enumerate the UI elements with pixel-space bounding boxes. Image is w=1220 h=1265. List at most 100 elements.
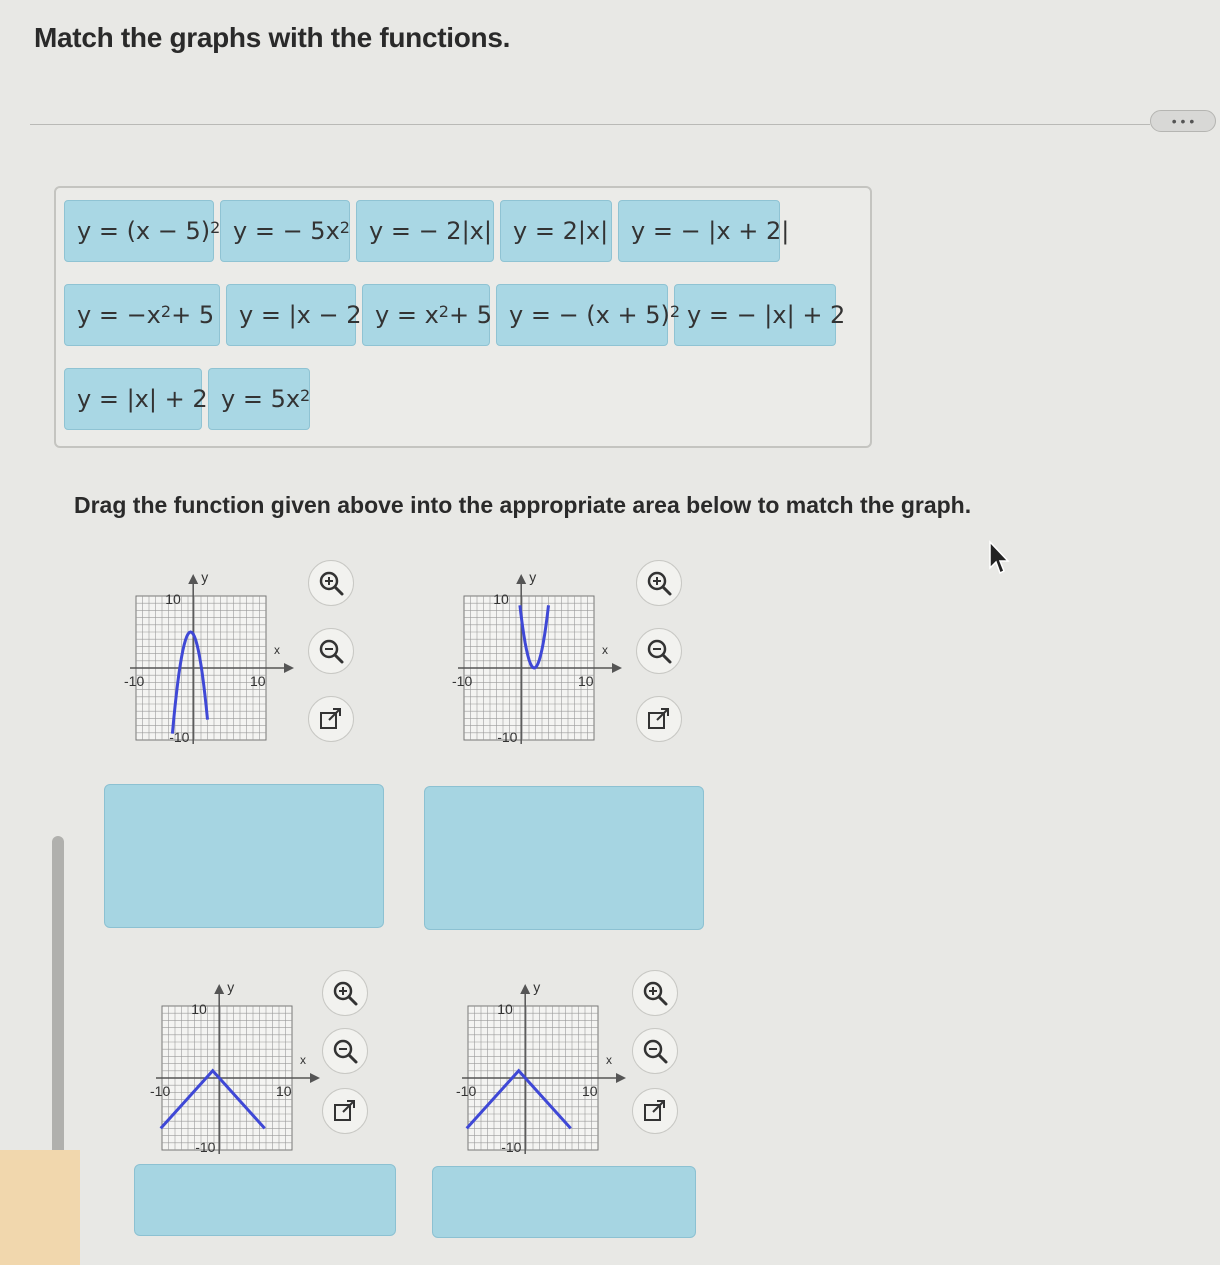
background-tab [0,1150,80,1265]
drop-zone-4[interactable] [432,1166,696,1238]
y-max-label: 10 [497,1001,513,1017]
x-max-label: 10 [582,1083,598,1099]
graph-svg: yx10-1010-10 [124,569,294,745]
function-exponent: 2 [339,217,350,237]
x-axis-label: x [300,1053,306,1067]
external-link-icon [648,708,669,729]
zoom-in-button[interactable] [308,560,354,606]
graph-2: y x 10 -10 10 -10 [448,560,628,750]
graph-svg: y x 10 -10 10 -10 [150,979,320,1155]
external-link-icon [334,1100,355,1121]
function-exponent: 2 [160,301,172,321]
function-text: y = − 2|x| [369,217,492,245]
zoom-in-icon [333,981,358,1006]
function-tile[interactable]: y = −x 2 + 5 [64,284,220,346]
function-exponent: 2 [210,217,221,237]
more-options-button[interactable]: • • • [1150,110,1216,132]
y-max-label: 10 [191,1001,207,1017]
function-text-tail: + 5 [171,301,215,329]
external-link-icon [644,1100,665,1121]
graph-3: y x 10 -10 10 -10 [146,970,326,1160]
function-row-3: y = |x| + 2 y = 5x 2 [64,368,310,430]
y-axis-label: y [529,569,536,585]
x-axis-label: x [602,643,608,657]
function-tile[interactable]: y = (x − 5) 2 [64,200,220,262]
function-text: y = x [375,301,439,329]
drop-zone-2[interactable] [424,786,704,930]
function-exponent: 2 [438,301,449,321]
y-min-label: -10 [501,1139,521,1155]
function-text: y = −x [77,301,161,329]
function-tile[interactable]: y = − |x + 2| [618,200,789,262]
function-exponent: 2 [300,385,311,405]
y-axis-label: y [533,979,540,995]
divider [30,124,1150,125]
zoom-out-icon [333,1039,358,1064]
zoom-out-button[interactable] [632,1028,678,1074]
x-min-label: -10 [456,1083,476,1099]
external-link-icon [320,708,341,729]
x-max-label: 10 [250,673,266,689]
zoom-out-icon [319,639,344,664]
drop-zone-3[interactable] [134,1164,396,1236]
function-tile[interactable]: y = 5x 2 [208,368,310,430]
function-text: y = − (x + 5) [509,301,670,329]
zoom-out-button[interactable] [636,628,682,674]
y-max-label: 10 [493,591,509,607]
x-axis-label: x [274,643,280,657]
y-max-label: 10 [165,591,181,607]
page-title: Match the graphs with the functions. [34,22,511,53]
function-text: y = (x − 5) [77,217,211,245]
zoom-in-button[interactable] [322,970,368,1016]
function-row-2: y = −x 2 + 5 y = |x − 2| y = x2 + 5 y = −… [64,284,845,346]
y-axis-label: y [227,979,234,995]
zoom-in-button[interactable] [632,970,678,1016]
function-text: y = − |x| + 2 [687,301,846,329]
function-exponent: 2 [669,301,681,321]
x-min-label: -10 [150,1083,170,1099]
x-max-label: 10 [578,673,594,689]
zoom-in-button[interactable] [636,560,682,606]
zoom-out-icon [643,1039,668,1064]
function-tile[interactable]: y = − 5x 2 [220,200,350,262]
function-text: y = − 5x [233,217,340,245]
graph-4: y x 10 -10 10 -10 [452,970,632,1160]
drop-zone-1[interactable] [104,784,384,928]
function-tile[interactable]: y = 2|x| [500,200,612,262]
mouse-pointer-icon [989,540,1010,575]
function-text: y = 2|x| [513,217,609,245]
function-text: y = |x − 2| [239,301,370,329]
function-row-1: y = (x − 5) 2 y = − 5x 2 y = − 2|x| y = 2|… [64,200,789,262]
zoom-out-icon [647,639,672,664]
function-tile[interactable]: y = |x − 2| [226,284,370,346]
function-tile[interactable]: y = − (x + 5) 2 [496,284,680,346]
function-tile[interactable]: y = |x| + 2 [64,368,208,430]
graph-svg: y x 10 -10 10 -10 [452,569,622,745]
zoom-out-button[interactable] [308,628,354,674]
open-new-window-button[interactable] [636,696,682,742]
x-axis-label: x [606,1053,612,1067]
open-new-window-button[interactable] [308,696,354,742]
function-text: y = |x| + 2 [77,385,208,413]
zoom-in-icon [319,571,344,596]
function-text-tail: + 5 [448,301,492,329]
function-text: y = 5x [221,385,301,413]
function-text: y = − |x + 2| [631,217,790,245]
y-min-label: -10 [497,729,517,745]
instructions: Drag the function given above into the a… [74,492,972,518]
zoom-in-icon [643,981,668,1006]
scrollbar[interactable] [52,836,64,1170]
graph-svg: y x 10 -10 10 -10 [456,979,626,1155]
function-tile[interactable]: y = x2 + 5 [362,284,492,346]
y-axis-label: y [201,569,208,585]
open-new-window-button[interactable] [322,1088,368,1134]
function-tile[interactable]: y = − 2|x| [356,200,494,262]
function-tile[interactable]: y = − |x| + 2 [674,284,845,346]
y-min-label: -10 [195,1139,215,1155]
x-min-label: -10 [452,673,472,689]
x-max-label: 10 [276,1083,292,1099]
zoom-out-button[interactable] [322,1028,368,1074]
zoom-in-icon [647,571,672,596]
open-new-window-button[interactable] [632,1088,678,1134]
x-min-label: -10 [124,673,144,689]
